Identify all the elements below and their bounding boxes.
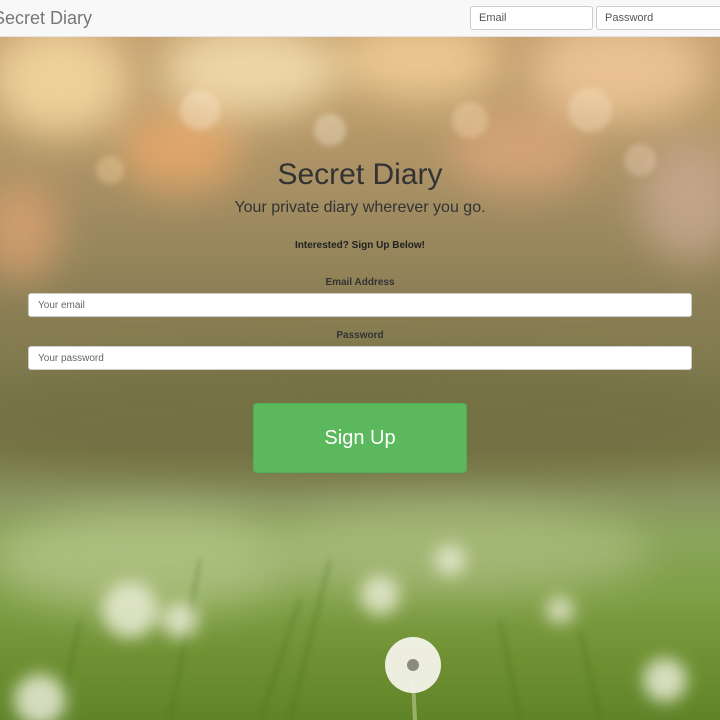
password-label: Password	[336, 330, 384, 341]
signup-password-input[interactable]	[28, 346, 692, 370]
signup-email-input[interactable]	[28, 293, 692, 317]
hero-section: Secret Diary Your private diary wherever…	[0, 0, 720, 720]
signup-prompt: Interested? Sign Up Below!	[294, 240, 425, 251]
email-address-label: Email Address	[325, 277, 395, 288]
page-title: Secret Diary	[277, 158, 443, 191]
sign-up-button[interactable]: Sign Up	[253, 403, 467, 473]
page-subtitle: Your private diary wherever you go.	[234, 199, 486, 216]
